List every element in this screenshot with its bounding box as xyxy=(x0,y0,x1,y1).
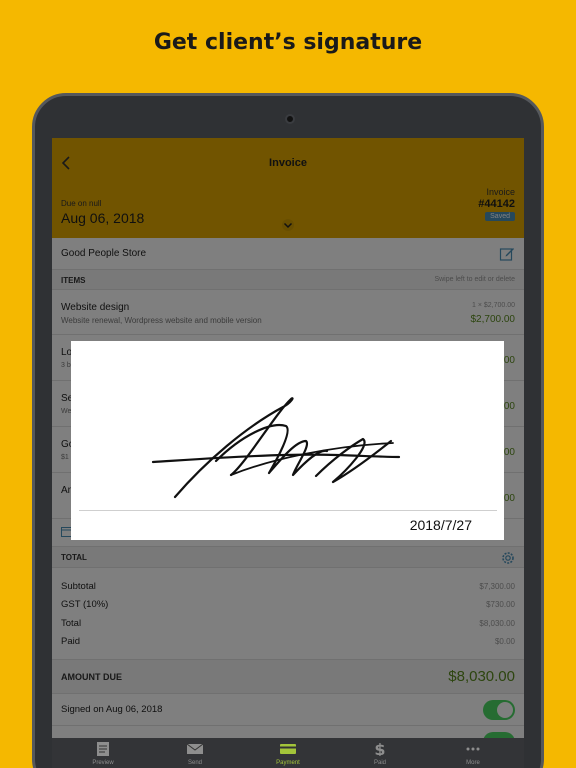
tab-label: Preview xyxy=(92,760,114,766)
signature-modal[interactable]: 2018/7/27 xyxy=(71,341,504,540)
document-icon xyxy=(97,742,109,756)
tab-label: Payment xyxy=(276,760,300,766)
tab-label: Paid xyxy=(373,760,386,766)
tab-payment[interactable]: Payment xyxy=(241,738,335,768)
dollar-icon: $ xyxy=(374,742,385,756)
credit-card-icon xyxy=(280,744,296,754)
tab-send[interactable]: Send xyxy=(148,738,242,768)
headline: Get client’s signature xyxy=(153,30,423,55)
tab-label: More xyxy=(466,760,480,766)
svg-text:$: $ xyxy=(374,742,385,756)
tab-more[interactable]: More xyxy=(426,738,520,768)
tab-paid[interactable]: $ Paid xyxy=(333,738,427,768)
tab-bar: Preview Send Payment $ Paid More xyxy=(52,738,524,768)
camera xyxy=(285,114,295,124)
envelope-icon xyxy=(187,743,203,754)
more-dots-icon xyxy=(466,747,480,751)
tab-label: Send xyxy=(187,760,202,766)
tab-preview[interactable]: Preview xyxy=(56,738,150,768)
signature-date: 2018/7/27 xyxy=(409,517,472,533)
signature-baseline xyxy=(79,510,497,511)
